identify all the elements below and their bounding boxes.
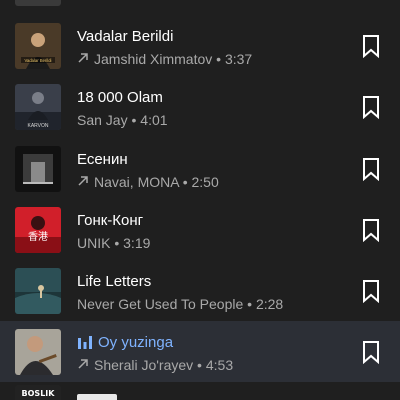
track-row[interactable]: Vadalar Berildi Vadalar Berildi Jamshid … bbox=[0, 15, 400, 76]
bookmark-icon[interactable] bbox=[361, 218, 381, 243]
track-duration: 2:50 bbox=[191, 174, 219, 190]
artist-name: UNIK bbox=[77, 235, 111, 251]
artist-name: Navai, MONA bbox=[94, 174, 179, 190]
track-meta: Never Get Used To People • 2:28 bbox=[77, 296, 283, 312]
meta-separator: • bbox=[127, 112, 141, 128]
track-title: Life Letters bbox=[77, 273, 152, 290]
partial-title bbox=[77, 394, 117, 400]
track-meta: Navai, MONA • 2:50 bbox=[77, 174, 219, 190]
meta-separator: • bbox=[178, 174, 192, 190]
album-cover bbox=[15, 146, 61, 192]
album-cover bbox=[15, 329, 61, 375]
bookmark-icon[interactable] bbox=[361, 279, 381, 304]
album-cover bbox=[15, 268, 61, 314]
bookmark-icon[interactable] bbox=[361, 157, 381, 182]
track-meta: Sherali Jo'rayev • 4:53 bbox=[77, 357, 233, 373]
track-list: Vadalar Berildi Vadalar Berildi Jamshid … bbox=[0, 0, 400, 400]
equalizer-icon bbox=[77, 335, 93, 349]
artist-name: Sherali Jo'rayev bbox=[94, 357, 194, 373]
track-title: Oy yuzinga bbox=[98, 334, 174, 351]
cover-text: BOSLIK bbox=[22, 389, 56, 398]
meta-separator: • bbox=[243, 296, 256, 312]
meta-separator: • bbox=[110, 235, 124, 251]
track-row[interactable]: 香港 Гонк-Конг UNIK • 3:19 bbox=[0, 199, 400, 260]
bookmark-icon[interactable] bbox=[361, 95, 381, 120]
album-cover: KARVON bbox=[15, 84, 61, 130]
meta-separator: • bbox=[193, 357, 206, 373]
track-row-playing[interactable]: Oy yuzinga Sherali Jo'rayev • 4:53 bbox=[0, 321, 400, 382]
track-meta: San Jay • 4:01 bbox=[77, 112, 168, 128]
cover-text: KARVON bbox=[27, 123, 48, 129]
artist-name: Never Get Used To People bbox=[77, 296, 244, 312]
track-row[interactable]: Есенин Navai, MONA • 2:50 bbox=[0, 138, 400, 199]
track-meta: UNIK • 3:19 bbox=[77, 235, 150, 251]
partial-track-row[interactable]: BOSLIK bbox=[0, 385, 400, 400]
cover-text: 香港 bbox=[28, 231, 48, 243]
track-duration: 3:37 bbox=[224, 51, 253, 67]
album-cover: BOSLIK bbox=[15, 385, 61, 400]
album-cover: 香港 bbox=[15, 207, 61, 253]
track-title: Есенин bbox=[77, 151, 128, 168]
track-meta: Jamshid Ximmatov • 3:37 bbox=[77, 51, 252, 67]
bookmark-icon[interactable] bbox=[361, 340, 381, 365]
bookmark-icon[interactable] bbox=[361, 34, 381, 59]
artist-name: San Jay bbox=[77, 112, 128, 128]
track-duration: 2:28 bbox=[255, 296, 284, 312]
track-duration: 4:01 bbox=[140, 112, 168, 128]
track-title: Vadalar Berildi bbox=[77, 28, 174, 45]
arrow-up-right-icon bbox=[77, 174, 91, 190]
track-row[interactable]: Life Letters Never Get Used To People • … bbox=[0, 260, 400, 321]
album-cover: Vadalar Berildi bbox=[15, 23, 61, 69]
arrow-up-right-icon bbox=[77, 51, 91, 67]
meta-separator: • bbox=[212, 51, 225, 67]
artist-name: Jamshid Ximmatov bbox=[94, 51, 213, 67]
track-title: 18 000 Olam bbox=[77, 89, 163, 106]
track-row[interactable]: KARVON 18 000 Olam San Jay • 4:01 bbox=[0, 76, 400, 137]
arrow-up-right-icon bbox=[77, 357, 91, 373]
cover-text: Vadalar Berildi bbox=[25, 58, 52, 63]
track-title: Гонк-Конг bbox=[77, 212, 144, 229]
track-duration: 3:19 bbox=[123, 235, 151, 251]
track-duration: 4:53 bbox=[205, 357, 234, 373]
partial-track-thumbnail[interactable] bbox=[15, 0, 61, 6]
